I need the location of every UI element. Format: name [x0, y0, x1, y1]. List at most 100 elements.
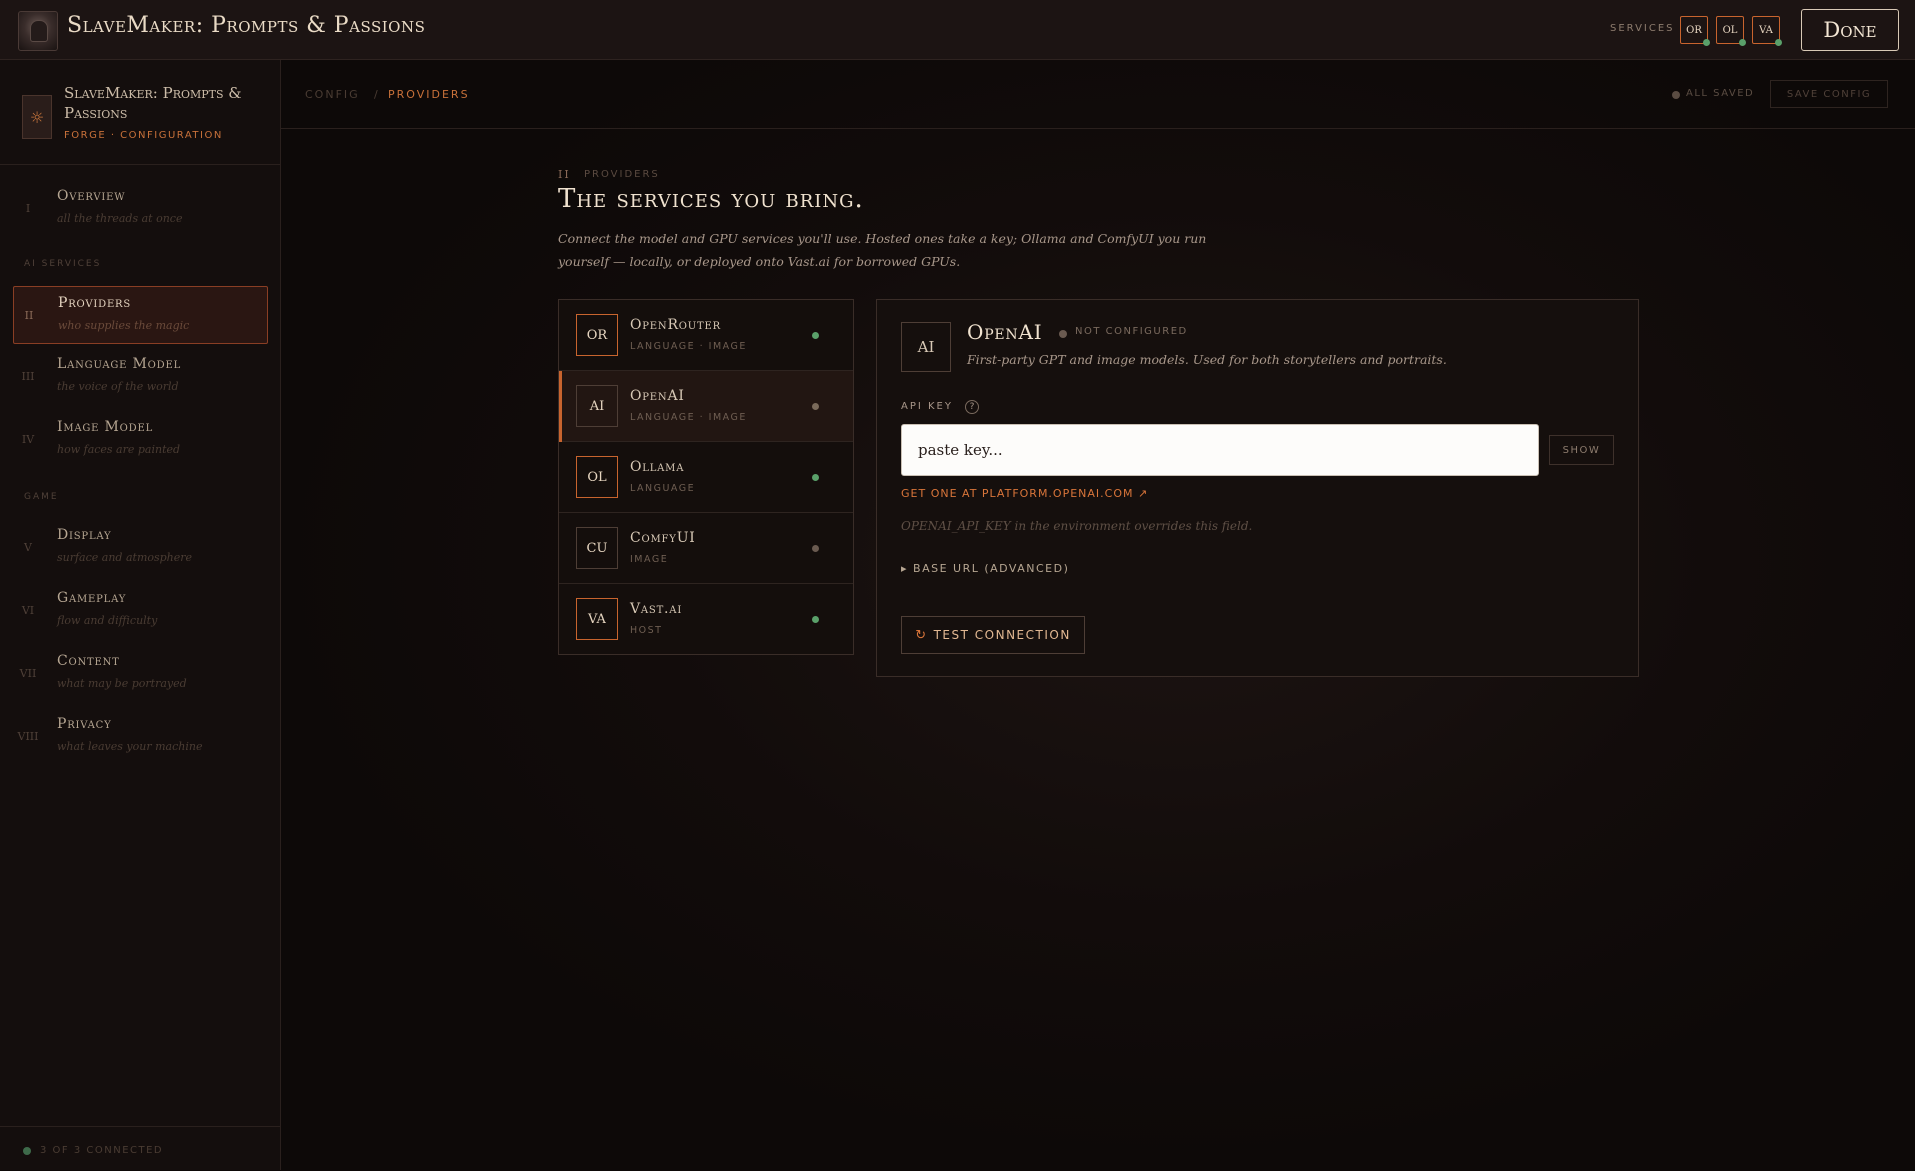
status-dot-icon: [812, 332, 819, 339]
nav-number: VIII: [17, 730, 39, 743]
section-label-ai-services: AI SERVICES: [24, 259, 102, 269]
status-badge: NOT CONFIGURED: [1075, 326, 1188, 337]
provider-badge: AI: [901, 322, 951, 372]
provider-name: OpenAI: [630, 388, 685, 404]
sidebar: ☼ SlaveMaker: Prompts & Passions FORGE ·…: [0, 60, 281, 1170]
provider-badge: CU: [576, 527, 618, 569]
nav-label: Image Model: [57, 419, 154, 435]
provider-badge: VA: [576, 598, 618, 640]
sidebar-item-providers[interactable]: II Providers who supplies the magic: [13, 286, 268, 344]
provider-name: ComfyUI: [630, 530, 696, 546]
sidebar-item-gameplay[interactable]: VI Gameplay flow and difficulty: [13, 582, 268, 640]
nav-hint: all the threads at once: [57, 212, 183, 225]
provider-badge: AI: [576, 385, 618, 427]
breadcrumb-root[interactable]: CONFIG: [305, 88, 360, 101]
sidebar-item-display[interactable]: V Display surface and atmosphere: [13, 519, 268, 577]
provider-capabilities: LANGUAGE · IMAGE: [630, 341, 747, 352]
service-badge-code: OL: [1722, 24, 1738, 36]
status-dot-icon: [1703, 39, 1710, 46]
provider-description: First-party GPT and image models. Used f…: [967, 352, 1447, 367]
services-label: SERVICES: [1610, 23, 1675, 34]
service-badge-code: OR: [1686, 24, 1702, 36]
sidebar-subtitle: FORGE · CONFIGURATION: [64, 130, 223, 141]
nav-label: Content: [57, 653, 120, 669]
provider-badge: OL: [576, 456, 618, 498]
get-key-link[interactable]: GET ONE AT PLATFORM.OPENAI.COM ↗: [901, 487, 1148, 500]
page-intro: Connect the model and GPU services you'l…: [558, 231, 1207, 269]
connection-count: 3 OF 3 CONNECTED: [40, 1145, 164, 1156]
done-button[interactable]: Done: [1801, 9, 1899, 51]
nav-hint: the voice of the world: [57, 380, 179, 393]
nav-number: III: [21, 370, 35, 383]
sidebar-item-privacy[interactable]: VIII Privacy what leaves your machine: [13, 708, 268, 766]
nav-number: II: [24, 309, 34, 322]
connected-dot-icon: [23, 1147, 31, 1155]
provider-name: Vast.ai: [630, 601, 683, 617]
status-dot-icon: [1775, 39, 1782, 46]
service-badge-code: VA: [1759, 24, 1773, 36]
service-badge-ollama[interactable]: OL: [1716, 16, 1746, 46]
provider-list: OR OpenRouter LANGUAGE · IMAGE AI OpenAI…: [558, 299, 854, 655]
help-icon[interactable]: ?: [965, 400, 979, 414]
section-tag: PROVIDERS: [584, 169, 660, 180]
test-connection-button[interactable]: ↻ TEST CONNECTION: [901, 616, 1085, 654]
test-connection-label: TEST CONNECTION: [933, 628, 1071, 642]
provider-detail-name: OpenAI: [967, 320, 1043, 344]
app-title: SlaveMaker: Prompts & Passions: [67, 13, 426, 38]
provider-badge: OR: [576, 314, 618, 356]
sidebar-item-language-model[interactable]: III Language Model the voice of the worl…: [13, 348, 268, 406]
provider-item-vastai[interactable]: VA Vast.ai HOST: [559, 584, 853, 655]
env-override-note: OPENAI_API_KEY in the environment overri…: [901, 519, 1253, 533]
section-label-game: GAME: [24, 492, 59, 502]
nav-number: I: [25, 202, 31, 215]
provider-item-openai[interactable]: AI OpenAI LANGUAGE · IMAGE: [559, 371, 853, 442]
nav-number: VII: [19, 667, 37, 680]
status-dot-icon: [812, 474, 819, 481]
provider-item-comfyui[interactable]: CU ComfyUI IMAGE: [559, 513, 853, 584]
provider-item-ollama[interactable]: OL Ollama LANGUAGE: [559, 442, 853, 513]
show-key-button[interactable]: SHOW: [1549, 435, 1614, 465]
nav-label: Privacy: [57, 716, 112, 732]
nav-number: IV: [21, 433, 35, 446]
app-logo-icon: [18, 11, 58, 51]
status-dot-icon: [812, 545, 819, 552]
nav-hint: surface and atmosphere: [57, 551, 193, 564]
nav-label: Language Model: [57, 356, 182, 372]
provider-capabilities: HOST: [630, 625, 663, 636]
refresh-icon: ↻: [915, 627, 928, 643]
sidebar-item-image-model[interactable]: IV Image Model how faces are painted: [13, 411, 268, 469]
service-badge-openrouter[interactable]: OR: [1680, 16, 1710, 46]
saved-status-dot-icon: [1672, 91, 1680, 99]
page-title: The services you bring.: [558, 184, 864, 214]
sidebar-item-overview[interactable]: I Overview all the threads at once: [13, 180, 268, 238]
sidebar-footer: 3 OF 3 CONNECTED: [0, 1126, 280, 1171]
nav-hint: flow and difficulty: [57, 614, 158, 627]
nav-hint: how faces are painted: [57, 443, 181, 456]
breadcrumb-bar: CONFIG / PROVIDERS ALL SAVED SAVE CONFIG: [281, 60, 1915, 129]
base-url-advanced-toggle[interactable]: ▸ BASE URL (ADVANCED): [901, 562, 1069, 575]
provider-item-openrouter[interactable]: OR OpenRouter LANGUAGE · IMAGE: [559, 300, 853, 371]
provider-name: Ollama: [630, 459, 685, 475]
nav-hint: who supplies the magic: [58, 319, 190, 332]
service-badge-vastai[interactable]: VA: [1752, 16, 1782, 46]
save-config-button[interactable]: SAVE CONFIG: [1770, 80, 1888, 108]
status-dot-icon: [1739, 39, 1746, 46]
main-content: CONFIG / PROVIDERS ALL SAVED SAVE CONFIG…: [281, 60, 1915, 1170]
status-dot-icon: [812, 403, 819, 410]
nav-label: Display: [57, 527, 112, 543]
sidebar-header: ☼ SlaveMaker: Prompts & Passions FORGE ·…: [0, 60, 280, 165]
api-key-input[interactable]: [901, 424, 1539, 476]
nav-number: V: [24, 541, 32, 554]
sidebar-app-name: SlaveMaker: Prompts & Passions: [64, 84, 242, 122]
top-bar: SlaveMaker: Prompts & Passions SERVICES …: [0, 0, 1915, 60]
sidebar-item-content[interactable]: VII Content what may be portrayed: [13, 645, 268, 703]
nav-number: VI: [21, 604, 35, 617]
provider-name: OpenRouter: [630, 317, 721, 333]
api-key-label: API KEY: [901, 401, 953, 412]
status-dot-icon: [812, 616, 819, 623]
nav-label: Gameplay: [57, 590, 127, 606]
provider-detail-panel: AI OpenAI NOT CONFIGURED First-party GPT…: [876, 299, 1639, 677]
status-dot-icon: [1059, 330, 1067, 338]
provider-capabilities: LANGUAGE · IMAGE: [630, 412, 747, 423]
provider-capabilities: LANGUAGE: [630, 483, 696, 494]
